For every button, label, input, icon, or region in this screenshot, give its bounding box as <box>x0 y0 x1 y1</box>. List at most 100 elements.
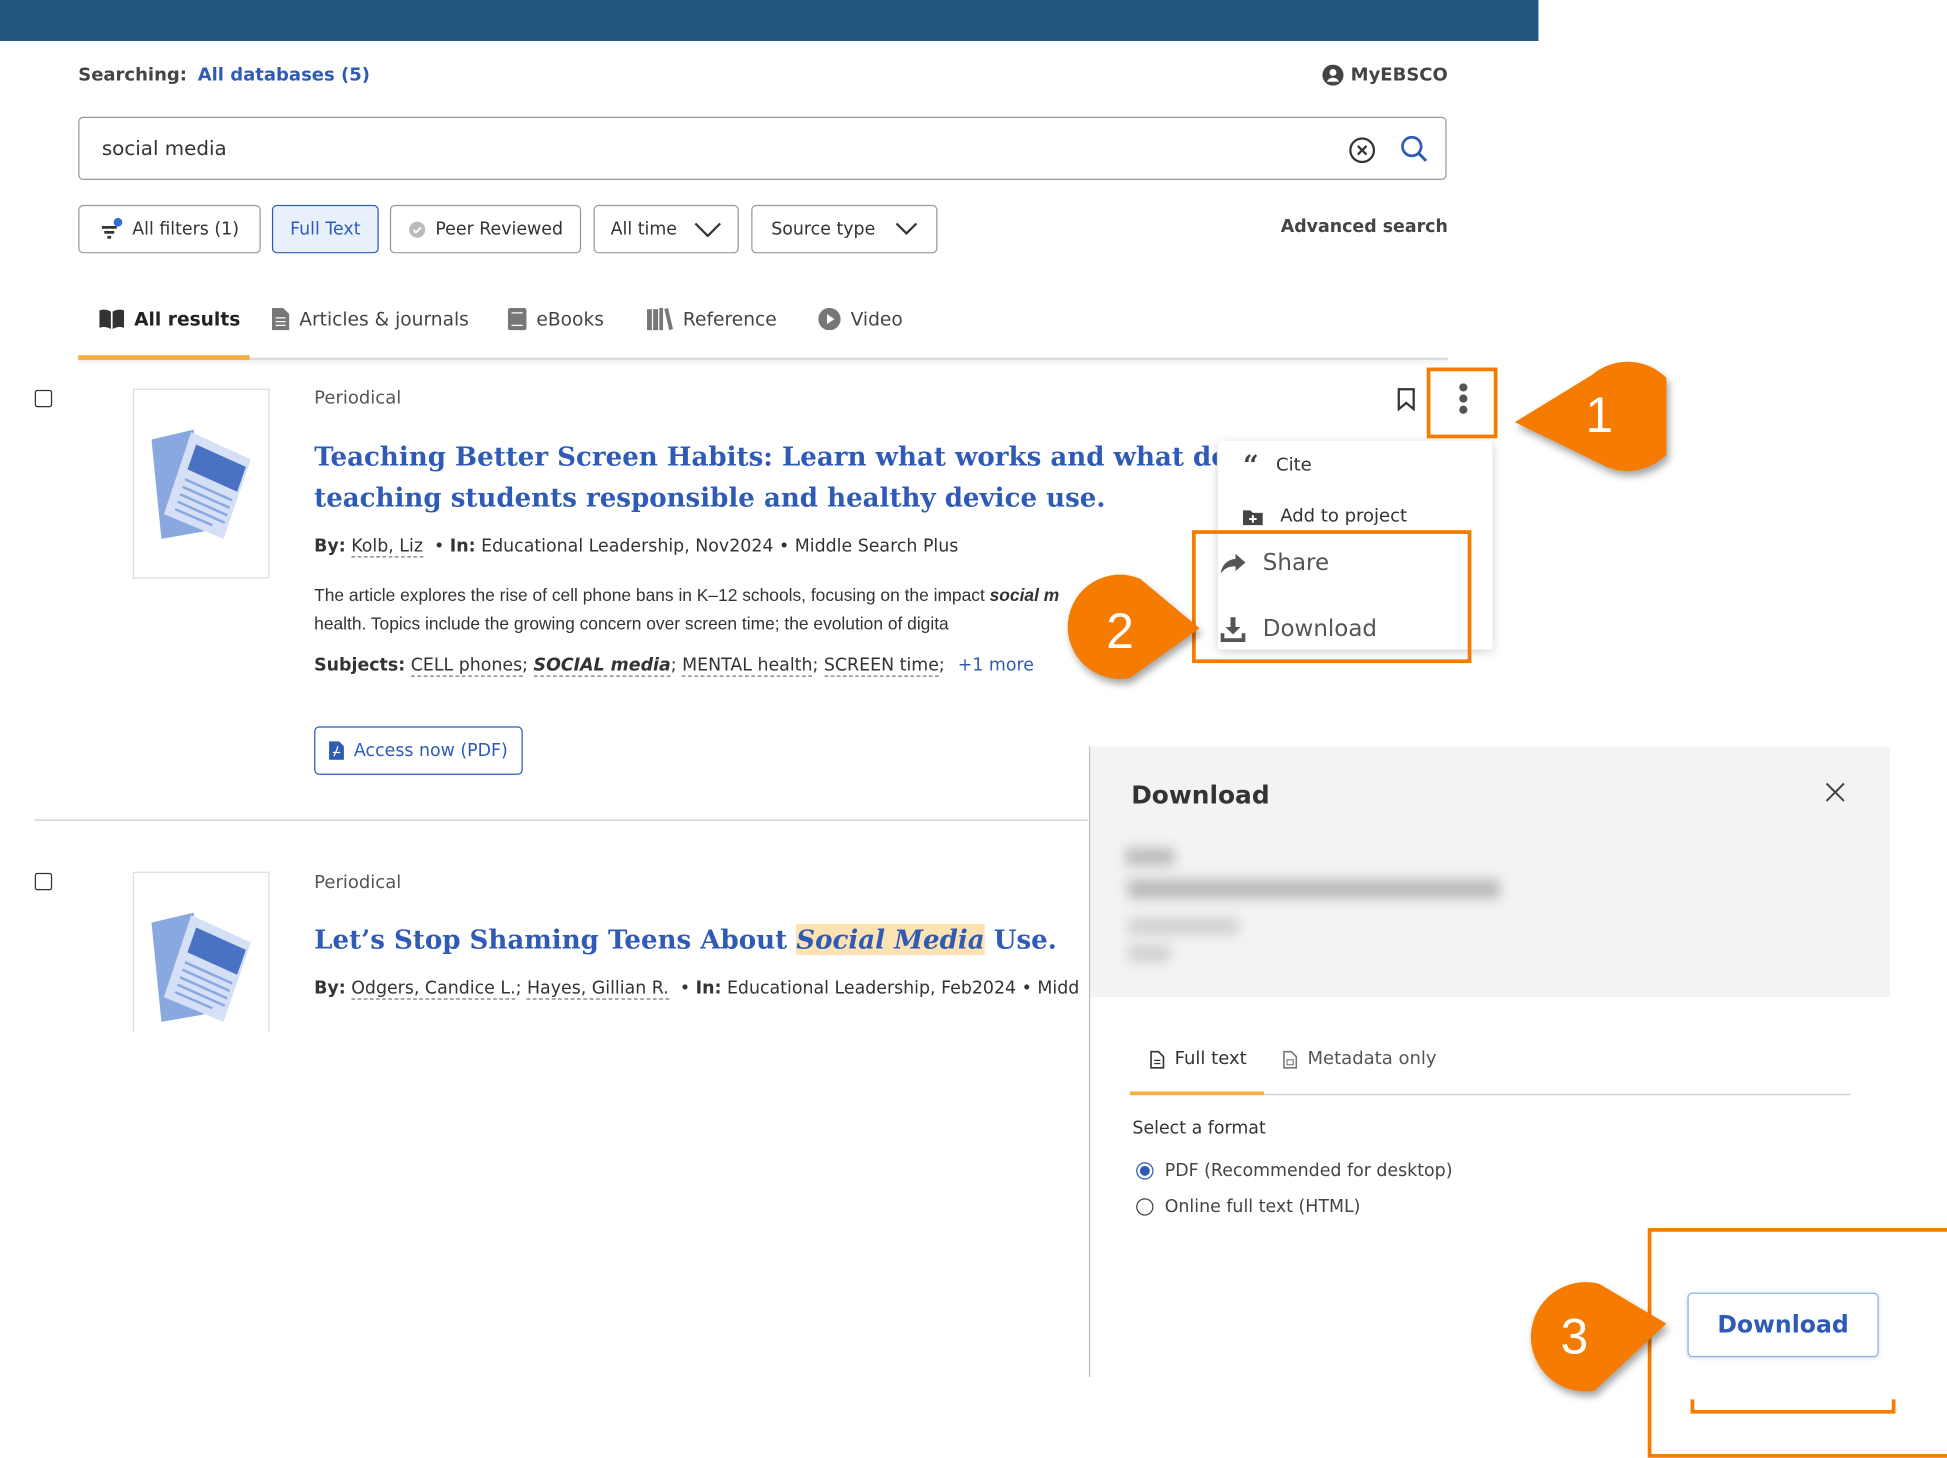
source-text: Educational Leadership, Nov2024 • Middle… <box>481 536 959 557</box>
format-label: Select a format <box>1132 1118 1266 1139</box>
result-item-2: Periodical Let’s Stop Shaming Teens Abou… <box>0 821 1088 1032</box>
subject-link[interactable]: SCREEN time <box>823 655 939 677</box>
format-option-html[interactable]: Online full text (HTML) <box>1136 1197 1360 1217</box>
author-link[interactable]: Kolb, Liz <box>351 536 423 558</box>
result-thumbnail[interactable] <box>132 871 270 1032</box>
abstract-text: health. Topics include the growing conce… <box>314 613 949 634</box>
title-text: Use. <box>984 923 1057 955</box>
book-open-icon <box>99 309 125 330</box>
result-thumbnail[interactable] <box>132 388 270 579</box>
search-icon[interactable] <box>1399 134 1429 164</box>
tab-metadata-only[interactable]: Metadata only <box>1283 1049 1437 1069</box>
bookmark-icon[interactable] <box>1397 387 1416 412</box>
menu-item-label: Cite <box>1276 455 1312 476</box>
spreadsheet-icon <box>1283 1050 1298 1069</box>
badge-check-icon <box>408 221 425 238</box>
by-label: By: <box>314 978 346 999</box>
option-label: Online full text (HTML) <box>1164 1196 1361 1217</box>
tabs-divider <box>78 357 1448 361</box>
radio-button[interactable] <box>1136 1162 1154 1180</box>
all-filters-button[interactable]: All filters (1) <box>78 204 261 254</box>
library-books-icon <box>646 307 674 331</box>
active-tab-indicator <box>78 355 250 361</box>
tab-label: Video <box>850 307 903 331</box>
by-label: By: <box>314 536 346 557</box>
title-text: Let’s Stop Shaming Teens About <box>314 923 797 955</box>
peer-reviewed-label: Peer Reviewed <box>435 219 563 240</box>
menu-item-cite[interactable]: “ Cite <box>1242 449 1312 482</box>
redacted-content <box>1127 879 1500 899</box>
result-byline: By: Kolb, Liz • In: Educational Leadersh… <box>314 536 959 558</box>
tab-all-results[interactable]: All results <box>99 308 240 330</box>
result-title-link[interactable]: Let’s Stop Shaming Teens About Social Me… <box>314 919 1057 960</box>
option-label: PDF (Recommended for desktop) <box>1164 1160 1453 1181</box>
title-line: teaching students responsible and health… <box>314 481 1106 513</box>
peer-reviewed-filter[interactable]: Peer Reviewed <box>389 204 582 254</box>
title-line: Teaching Better Screen Habits: Learn wha… <box>314 440 1217 472</box>
subject-link[interactable]: SOCIAL media <box>533 655 671 677</box>
menu-item-label: Add to project <box>1280 506 1408 527</box>
highlight-box-2 <box>1192 530 1472 664</box>
callout-1: 1 <box>1514 361 1667 471</box>
callout-number: 1 <box>1585 387 1613 443</box>
tab-video[interactable]: Video <box>818 307 903 331</box>
result-abstract: The article explores the rise of cell ph… <box>314 581 1208 638</box>
search-input[interactable]: social media <box>78 116 1447 181</box>
tab-label: Articles & journals <box>299 307 469 331</box>
document-icon <box>1150 1050 1165 1069</box>
tab-full-text[interactable]: Full text <box>1150 1049 1247 1069</box>
result-checkbox[interactable] <box>34 389 53 408</box>
advanced-search-link[interactable]: Advanced search <box>1281 217 1448 237</box>
folder-plus-icon <box>1242 509 1263 525</box>
tab-reference[interactable]: Reference <box>646 307 777 331</box>
tab-label: Reference <box>682 307 777 331</box>
tab-articles-journals[interactable]: Articles & journals <box>271 307 469 331</box>
databases-link[interactable]: All databases (5) <box>198 66 370 86</box>
result-type: Periodical <box>314 388 402 409</box>
author-link[interactable]: Hayes, Gillian R. <box>526 978 669 1000</box>
radio-button[interactable] <box>1136 1198 1154 1216</box>
redacted-content <box>1124 848 1175 866</box>
source-type-label: Source type <box>771 219 876 240</box>
pdf-icon <box>329 741 344 760</box>
author-link[interactable]: Odgers, Candice L. <box>351 978 516 1000</box>
quote-icon: “ <box>1242 449 1259 482</box>
panel-title: Download <box>1131 779 1270 810</box>
highlight-box-3 <box>1647 1228 1947 1458</box>
highlight-box-1 <box>1426 367 1498 439</box>
menu-item-add-to-project[interactable]: Add to project <box>1242 506 1408 527</box>
myebsco-label: MyEBSCO <box>1350 65 1448 86</box>
bracket-marker <box>1690 1399 1896 1414</box>
abstract-highlight: social m <box>989 584 1060 605</box>
source-type-dropdown[interactable]: Source type <box>751 204 938 254</box>
result-byline: By: Odgers, Candice L.; Hayes, Gillian R… <box>314 978 1080 1000</box>
all-filters-label: All filters (1) <box>132 219 239 240</box>
chevron-down-icon <box>694 222 722 237</box>
format-option-pdf[interactable]: PDF (Recommended for desktop) <box>1136 1161 1452 1181</box>
tab-ebooks[interactable]: eBooks <box>507 307 604 331</box>
subject-link[interactable]: MENTAL health <box>682 655 813 677</box>
more-subjects-link[interactable]: +1 more <box>958 656 1034 676</box>
clear-search-icon[interactable] <box>1348 137 1376 164</box>
top-bar <box>0 0 1539 41</box>
source-text: Educational Leadership, Feb2024 • Midd <box>726 978 1080 999</box>
in-label: In: <box>449 536 476 557</box>
result-title-link[interactable]: Teaching Better Screen Habits: Learn wha… <box>314 436 1217 518</box>
chevron-down-icon <box>895 222 918 236</box>
subject-link[interactable]: CELL phones <box>410 655 523 677</box>
searching-scope: Searching: All databases (5) <box>78 66 370 86</box>
myebsco-link[interactable]: MyEBSCO <box>1322 64 1448 86</box>
date-range-label: All time <box>610 219 677 240</box>
date-range-dropdown[interactable]: All time <box>593 204 739 254</box>
tab-label: Metadata only <box>1307 1049 1437 1070</box>
full-text-filter[interactable]: Full Text <box>271 204 379 254</box>
close-icon[interactable] <box>1825 782 1845 802</box>
callout-3: 3 <box>1530 1282 1667 1392</box>
panel-header: Download <box>1090 746 1890 998</box>
access-pdf-button[interactable]: Access now (PDF) <box>314 726 523 775</box>
tab-label: Full text <box>1174 1049 1247 1070</box>
periodical-icon <box>151 912 251 1022</box>
tab-label: eBooks <box>536 307 604 331</box>
result-checkbox[interactable] <box>34 872 53 891</box>
active-tab-indicator <box>1129 1091 1265 1096</box>
